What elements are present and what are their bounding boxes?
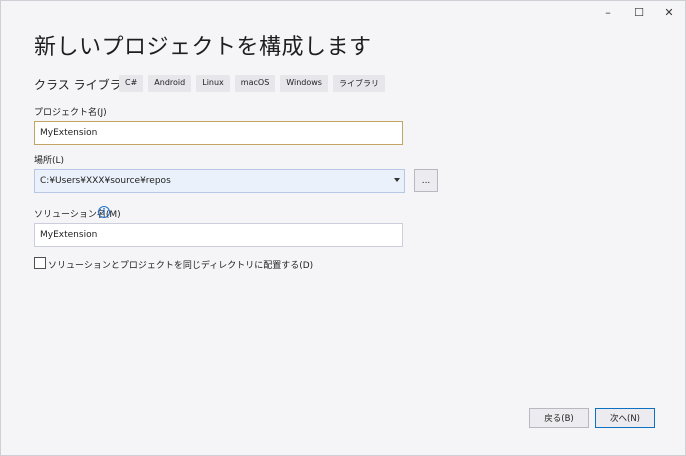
location-value: C:¥Users¥XXX¥source¥repos xyxy=(40,176,171,186)
tag-csharp: C# xyxy=(119,75,144,92)
solution-name-value: MyExtension xyxy=(40,230,98,240)
tag-linux: Linux xyxy=(196,75,230,92)
tag-library: ライブラリ xyxy=(332,75,385,92)
minimize-icon[interactable]: – xyxy=(593,3,623,21)
project-name-input[interactable]: MyExtension xyxy=(34,121,403,145)
info-icon[interactable]: i xyxy=(98,206,110,218)
page-title: 新しいプロジェクトを構成します xyxy=(34,35,372,60)
maximize-icon[interactable]: ☐ xyxy=(624,3,654,21)
dialog-window: – ☐ ✕ 新しいプロジェクトを構成します クラス ライブラリ C# Andro… xyxy=(0,0,686,456)
back-button[interactable]: 戻る(B) xyxy=(529,408,589,428)
location-combobox[interactable]: C:¥Users¥XXX¥source¥repos xyxy=(34,169,405,193)
tag-android: Android xyxy=(148,75,192,92)
solution-name-input[interactable]: MyExtension xyxy=(34,223,403,247)
tag-macos: macOS xyxy=(234,75,276,92)
project-name-value: MyExtension xyxy=(40,128,98,138)
browse-button[interactable]: ... xyxy=(414,169,438,192)
chevron-down-icon[interactable] xyxy=(394,178,400,182)
same-directory-checkbox[interactable] xyxy=(34,257,46,269)
location-label: 場所(L) xyxy=(34,156,65,166)
close-icon[interactable]: ✕ xyxy=(654,3,684,21)
tag-windows: Windows xyxy=(280,75,328,92)
template-tags: C# Android Linux macOS Windows ライブラリ xyxy=(119,75,385,92)
next-button[interactable]: 次へ(N) xyxy=(595,408,655,428)
same-directory-label[interactable]: ソリューションとプロジェクトを同じディレクトリに配置する(D) xyxy=(48,258,313,271)
project-name-label: プロジェクト名(J) xyxy=(34,108,107,118)
